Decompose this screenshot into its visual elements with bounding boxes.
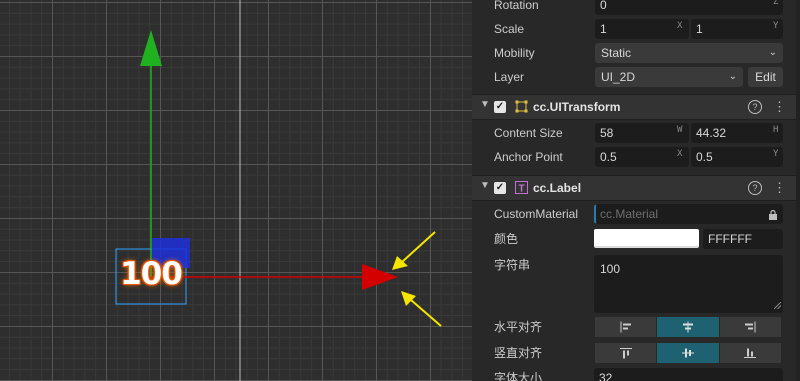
align-bottom-button[interactable] [719, 343, 781, 363]
h-align-segmented [595, 317, 782, 337]
v-align-label: 竖直对齐 [494, 346, 543, 360]
more-options-icon[interactable]: ⋮ [773, 97, 786, 117]
label-component-title: cc.Label [533, 181, 582, 195]
svg-text:T: T [518, 184, 524, 195]
anchor-y-axis: Y [773, 149, 779, 159]
scale-x-axis: X [677, 21, 683, 31]
lock-icon[interactable] [768, 210, 778, 220]
label-enabled-checkbox[interactable]: ✓ [494, 182, 506, 194]
layer-label: Layer [494, 70, 525, 84]
content-size-h-axis: H [773, 125, 779, 135]
uitransform-header[interactable]: ▼ ✓ cc.UITransform ? ⋮ [472, 94, 800, 120]
v-align-segmented [595, 343, 782, 363]
custom-material-input[interactable]: cc.Material [594, 204, 783, 224]
align-left-icon [620, 321, 631, 333]
align-center-button[interactable] [657, 317, 719, 337]
inspector-scrollbar[interactable] [796, 0, 800, 381]
anchor-point-label: Anchor Point [494, 150, 563, 164]
chevron-down-icon: ⌄ [728, 71, 737, 82]
more-options-icon[interactable]: ⋮ [773, 178, 786, 198]
color-label: 颜色 [494, 232, 519, 246]
align-bottom-icon [744, 348, 757, 358]
rotation-z-axis: Z [773, 0, 779, 7]
font-size-row: 字体大小 32 [472, 366, 800, 381]
mobility-select[interactable]: Static ⌄ [595, 43, 783, 63]
scale-y-input[interactable]: 1 [691, 19, 783, 39]
align-center-icon [682, 321, 693, 333]
label-component-icon: T [515, 181, 528, 194]
label-component-header[interactable]: ▼ ✓ T cc.Label ? ⋮ [472, 175, 800, 201]
scale-label: Scale [494, 22, 525, 36]
annotation-arrow-bottom [401, 291, 442, 327]
mobility-row: Mobility Static ⌄ [472, 41, 800, 65]
align-top-icon [619, 348, 632, 359]
align-middle-icon [681, 348, 694, 358]
h-align-label: 水平对齐 [494, 320, 543, 334]
layer-edit-button[interactable]: Edit [748, 67, 783, 87]
content-size-label: Content Size [494, 126, 563, 140]
align-right-icon [745, 321, 756, 333]
uitransform-title: cc.UITransform [533, 100, 621, 114]
annotation-arrow-top [392, 231, 436, 270]
string-row: 字符串 100 [472, 253, 800, 313]
color-row: 颜色 FFFFFF [472, 227, 800, 251]
custom-material-label: CustomMaterial [494, 207, 579, 221]
string-label: 字符串 [494, 258, 531, 272]
collapse-caret-icon[interactable]: ▼ [480, 180, 490, 191]
uitransform-enabled-checkbox[interactable]: ✓ [494, 101, 506, 113]
scene-view[interactable]: 100 [0, 0, 472, 381]
string-textarea[interactable]: 100 [594, 255, 783, 313]
scale-row: Scale 1 X 1 Y [472, 17, 800, 41]
content-size-w-axis: W [677, 125, 683, 135]
collapse-caret-icon[interactable]: ▼ [480, 99, 490, 110]
layer-row: Layer UI_2D ⌄ Edit [472, 65, 800, 89]
rotation-z-input[interactable]: 0 [595, 0, 783, 15]
anchor-y-input[interactable]: 0.5 [691, 147, 783, 167]
rotation-row: Rotation 0 Z [472, 0, 800, 17]
mobility-label: Mobility [494, 46, 535, 60]
mobility-value: Static [601, 46, 632, 60]
scene-gizmo-layer [115, 0, 442, 381]
content-size-row: Content Size 58 W 44.32 H [472, 121, 800, 145]
x-axis-arrowhead [362, 264, 398, 290]
layer-select[interactable]: UI_2D ⌄ [595, 67, 743, 87]
align-middle-button[interactable] [657, 343, 719, 363]
v-align-row: 竖直对齐 [472, 341, 800, 365]
chevron-down-icon: ⌄ [768, 47, 777, 58]
anchor-x-input[interactable]: 0.5 [595, 147, 689, 167]
custom-material-row: CustomMaterial cc.Material [472, 202, 800, 226]
inspector-panel: Rotation 0 Z Scale 1 X 1 Y Mobility Stat… [472, 0, 800, 381]
color-swatch[interactable] [594, 229, 699, 248]
content-size-w-input[interactable]: 58 [595, 123, 689, 143]
font-size-input[interactable]: 32 [594, 368, 783, 381]
align-top-button[interactable] [595, 343, 657, 363]
scale-y-axis: Y [773, 21, 779, 31]
anchor-x-axis: X [677, 149, 683, 159]
y-axis-arrowhead [140, 30, 162, 66]
uitransform-icon [515, 100, 528, 113]
font-size-label: 字体大小 [494, 371, 543, 381]
content-size-h-input[interactable]: 44.32 [691, 123, 783, 143]
help-icon[interactable]: ? [748, 181, 762, 195]
resize-handle-icon[interactable] [774, 302, 781, 309]
anchor-point-row: Anchor Point 0.5 X 0.5 Y [472, 145, 800, 169]
scene-label-text[interactable]: 100 [114, 254, 188, 294]
help-icon[interactable]: ? [748, 100, 762, 114]
align-right-button[interactable] [719, 317, 781, 337]
align-left-button[interactable] [595, 317, 657, 337]
layer-value: UI_2D [601, 70, 636, 84]
scale-x-input[interactable]: 1 [595, 19, 689, 39]
color-hex-input[interactable]: FFFFFF [703, 229, 783, 249]
h-align-row: 水平对齐 [472, 315, 800, 339]
rotation-label: Rotation [494, 0, 539, 12]
